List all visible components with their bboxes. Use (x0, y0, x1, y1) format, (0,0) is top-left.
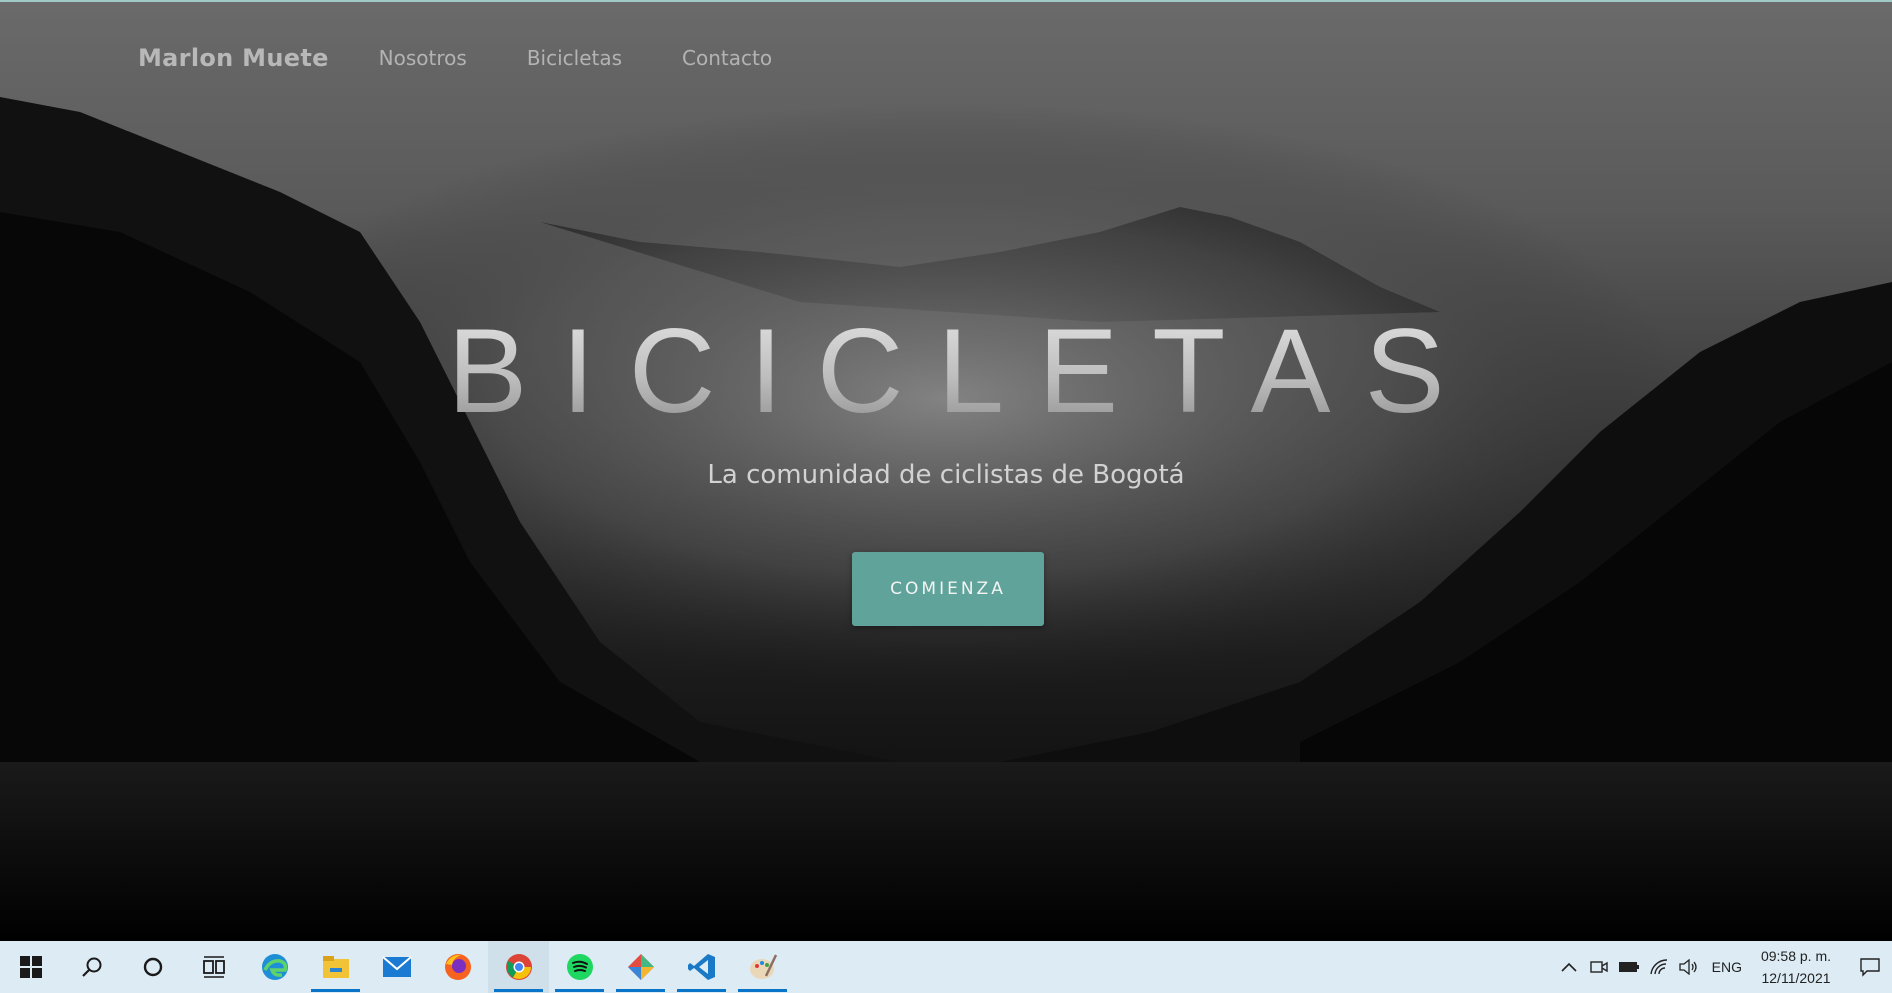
file-explorer-icon[interactable] (305, 941, 366, 993)
edge-icon[interactable] (244, 941, 305, 993)
nav-link-nosotros[interactable]: Nosotros (379, 46, 467, 70)
chrome-icon[interactable] (488, 941, 549, 993)
nav-link-contacto[interactable]: Contacto (682, 46, 772, 70)
wifi-icon[interactable] (1644, 941, 1674, 993)
battery-icon[interactable] (1614, 941, 1644, 993)
cortana-icon[interactable] (122, 941, 183, 993)
task-view-icon[interactable] (183, 941, 244, 993)
chevron-up-icon[interactable] (1554, 941, 1584, 993)
hero-subtitle: La comunidad de ciclistas de Bogotá (707, 460, 1185, 490)
vscode-icon[interactable] (671, 941, 732, 993)
language-indicator[interactable]: ENG (1712, 959, 1742, 975)
hero-section: Marlon Muete Nosotros Bicicletas Contact… (0, 0, 1892, 941)
search-icon[interactable] (61, 941, 122, 993)
system-tray: ENG 09:58 p. m. 12/11/2021 (1554, 941, 1892, 993)
clock-time: 09:58 p. m. (1760, 948, 1832, 964)
firefox-icon[interactable] (427, 941, 488, 993)
gitkraken-icon[interactable] (610, 941, 671, 993)
volume-icon[interactable] (1674, 941, 1704, 993)
windows-start-icon[interactable] (0, 941, 61, 993)
hero-title: BICICLETAS (0, 302, 1892, 440)
windows-taskbar: ENG 09:58 p. m. 12/11/2021 (0, 941, 1892, 993)
top-navigation: Marlon Muete Nosotros Bicicletas Contact… (138, 40, 832, 76)
nav-link-bicicletas[interactable]: Bicicletas (527, 46, 622, 70)
taskbar-clock[interactable]: 09:58 p. m. 12/11/2021 (1756, 945, 1836, 989)
mail-icon[interactable] (366, 941, 427, 993)
brand-logo-link[interactable]: Marlon Muete (138, 44, 329, 72)
comienza-button[interactable]: COMIENZA (852, 552, 1044, 626)
meet-now-icon[interactable] (1584, 941, 1614, 993)
notification-center-icon[interactable] (1848, 941, 1892, 993)
paint-icon[interactable] (732, 941, 793, 993)
spotify-icon[interactable] (549, 941, 610, 993)
clock-date: 12/11/2021 (1761, 970, 1831, 986)
